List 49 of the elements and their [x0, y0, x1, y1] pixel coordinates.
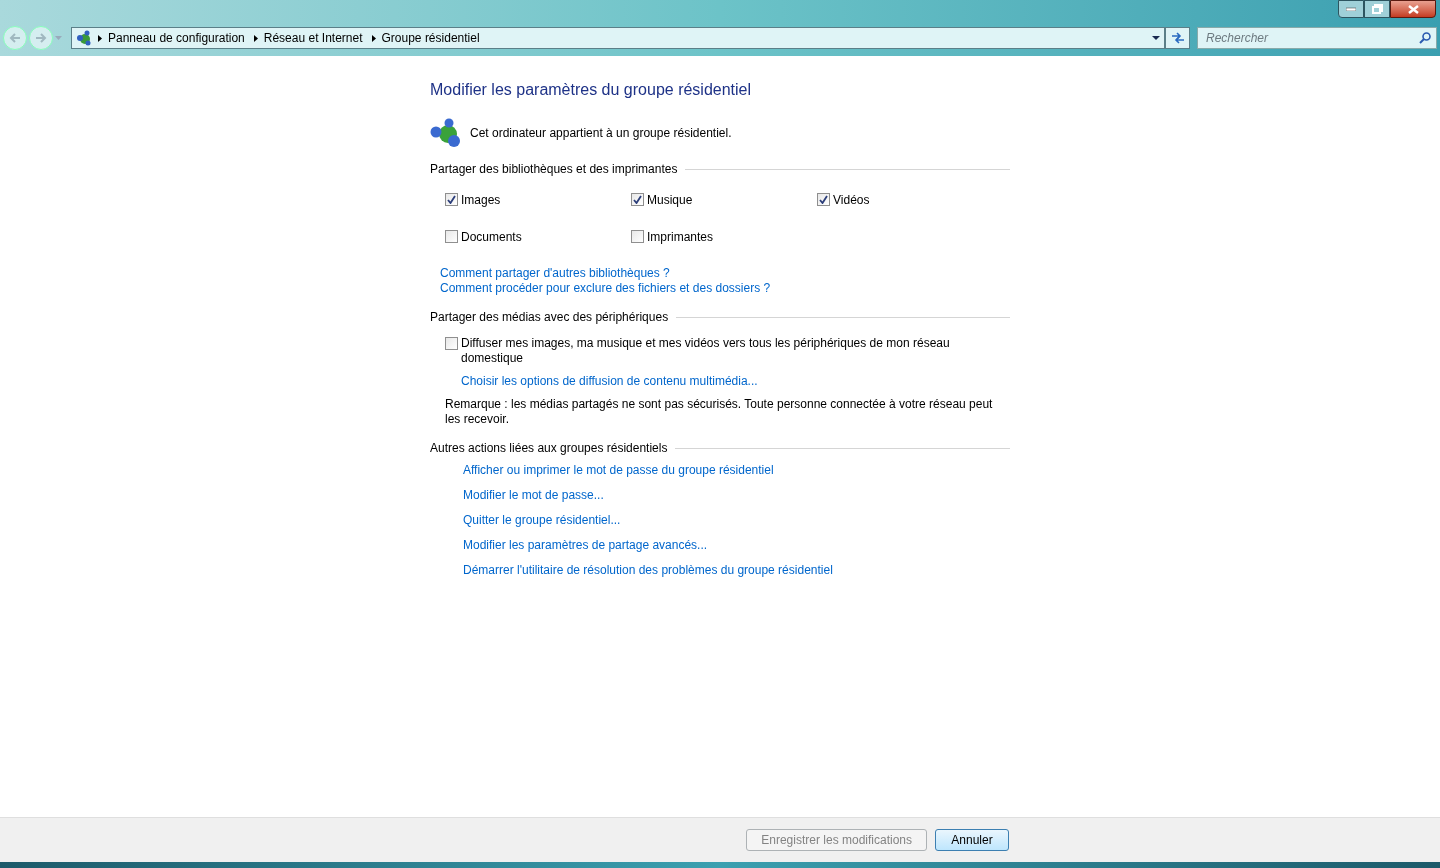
media-options-link[interactable]: Choisir les options de diffusion de contenu multimédia... [461, 372, 758, 390]
refresh-button[interactable] [1165, 27, 1190, 49]
checkbox[interactable] [445, 337, 458, 350]
action-link[interactable]: Modifier les paramètres de partage avancés... [463, 536, 708, 554]
help-link[interactable]: Comment procéder pour exclure des fichiers et des dossiers ? [440, 281, 771, 296]
minimize-button[interactable] [1338, 0, 1364, 18]
checkbox[interactable] [445, 230, 458, 243]
section-heading: Partager des médias avec des périphériques [430, 309, 669, 326]
checkbox[interactable] [631, 193, 644, 206]
action-link[interactable]: Modifier le mot de passe... [463, 486, 604, 504]
breadcrumb-arrow-icon [253, 34, 258, 42]
checkbox[interactable] [631, 230, 644, 243]
restore-icon [1371, 4, 1383, 14]
page-title: Modifier les paramètres du groupe résidentiel [430, 80, 753, 100]
checkbox[interactable] [817, 193, 830, 206]
status-text: Cet ordinateur appartient à un groupe résidentiel. [470, 125, 732, 142]
checkbox[interactable] [445, 193, 458, 206]
note-text: Remarque : les médias partagés ne sont pas sécurisés. Toute personne connectée à votre réseau peut les recevoir. [445, 397, 994, 427]
homegroup-spheres-icon [430, 118, 462, 148]
back-arrow-icon [9, 33, 21, 43]
section-heading: Partager des bibliothèques et des imprimantes [430, 161, 678, 178]
refresh-arrows-icon [1170, 32, 1185, 44]
close-icon [1407, 4, 1419, 14]
section-heading: Autres actions liées aux groupes résidentiels [430, 440, 668, 457]
cancel-button[interactable]: Annuler [935, 829, 1009, 851]
breadcrumb[interactable]: Groupe résidentiel [381, 29, 480, 47]
action-link[interactable]: Démarrer l'utilitaire de résolution des problèmes du groupe résidentiel [463, 561, 833, 579]
breadcrumb-arrow-icon [371, 34, 376, 42]
breadcrumb[interactable]: Panneau de configuration [108, 29, 245, 47]
search-field[interactable]: Rechercher [1197, 27, 1437, 49]
checkbox-label: Diffuser mes images, ma musique et mes vidéos vers tous les périphériques de mon réseau domestique [461, 336, 951, 366]
address-bar[interactable]: Panneau de configuration Réseau et Internet Groupe résidentiel [71, 27, 1165, 49]
action-link[interactable]: Afficher ou imprimer le mot de passe du groupe résidentiel [463, 461, 774, 479]
search-icon [1419, 32, 1431, 44]
dropdown-caret-icon [1152, 36, 1160, 40]
restore-button[interactable] [1364, 0, 1390, 18]
checkbox-label: Documents [461, 228, 522, 246]
forward-arrow-icon [35, 33, 47, 43]
checkbox-label: Images [461, 191, 501, 209]
close-button[interactable] [1390, 0, 1436, 18]
checkbox-label: Musique [647, 191, 693, 209]
breadcrumb-arrow-icon [98, 34, 102, 42]
help-link[interactable]: Comment partager d'autres bibliothèques ? [440, 266, 670, 281]
checkbox-label: Imprimantes [647, 228, 714, 246]
action-link[interactable]: Quitter le groupe résidentiel... [463, 511, 621, 529]
minimize-icon [1346, 7, 1356, 11]
dropdown-caret-icon [55, 36, 62, 40]
checkbox-label: Vidéos [833, 191, 870, 209]
breadcrumb[interactable]: Réseau et Internet [263, 29, 363, 47]
